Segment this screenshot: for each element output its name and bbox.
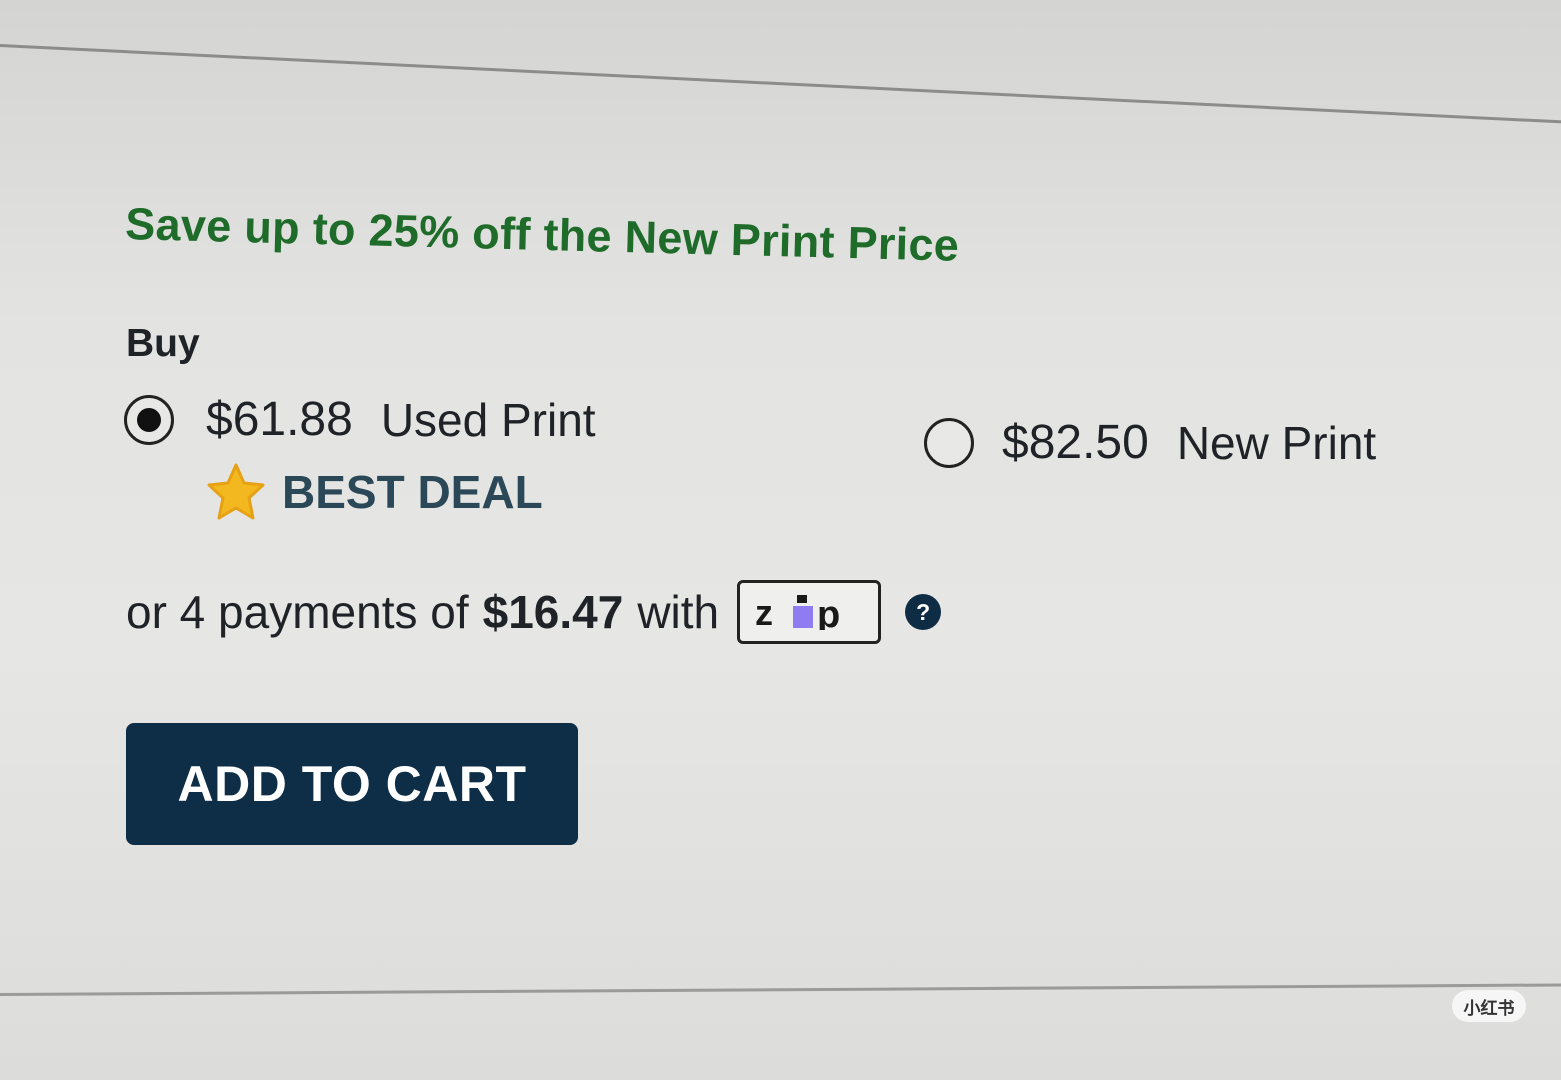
- top-divider: [0, 44, 1561, 131]
- best-deal-text: BEST DEAL: [282, 466, 543, 518]
- payment-amount: $16.47: [482, 586, 624, 638]
- add-to-cart-button[interactable]: ADD TO CART: [126, 723, 578, 845]
- used-print-label: Used Print: [380, 393, 596, 446]
- bottom-divider: [0, 983, 1561, 996]
- radio-selected-dot: [137, 407, 161, 432]
- promo-text: Save up to 25% off the New Print Price: [124, 198, 960, 271]
- new-print-radio[interactable]: [924, 417, 974, 468]
- watermark-badge: 小红书: [1452, 990, 1526, 1022]
- new-print-option[interactable]: $82.50 New Print: [924, 415, 1376, 470]
- installment-payments: or 4 payments of $16.47 with z p ?: [126, 580, 942, 644]
- help-icon[interactable]: ?: [905, 594, 942, 630]
- used-print-radio[interactable]: [124, 394, 174, 445]
- used-print-option[interactable]: $61.88 Used Print: [124, 392, 596, 447]
- new-print-label: New Print: [1176, 416, 1377, 469]
- product-purchase-panel: Save up to 25% off the New Print Price B…: [0, 0, 1561, 1080]
- used-print-price: $61.88: [206, 393, 353, 446]
- star-icon: [207, 463, 265, 520]
- buy-label: Buy: [126, 322, 200, 365]
- new-print-price: $82.50: [1002, 416, 1149, 469]
- payments-suffix: with: [637, 586, 720, 638]
- best-deal-badge: BEST DEAL: [206, 462, 543, 522]
- zip-logo-badge[interactable]: z p: [737, 580, 882, 644]
- svg-text:p: p: [817, 594, 840, 630]
- svg-text:z: z: [755, 594, 773, 630]
- zip-logo-icon: z p: [755, 594, 840, 630]
- payments-prefix: or 4 payments of: [126, 586, 469, 638]
